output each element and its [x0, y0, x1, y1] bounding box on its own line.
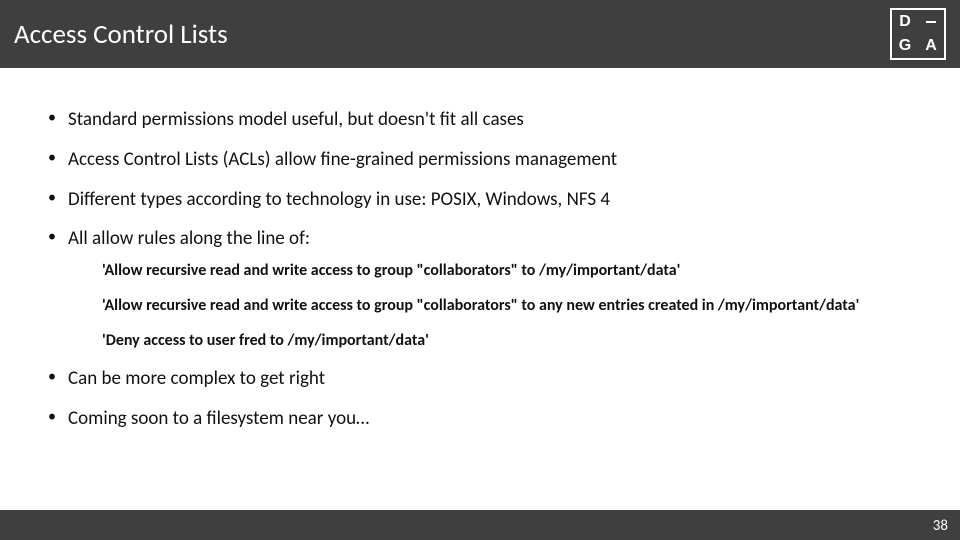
- content-area: Standard permissions model useful, but d…: [40, 108, 920, 447]
- sub-list-item: 'Allow recursive read and write access t…: [68, 261, 920, 282]
- bullet-list: Standard permissions model useful, but d…: [40, 108, 920, 431]
- list-item: Standard permissions model useful, but d…: [40, 108, 920, 132]
- title-bar: Access Control Lists D G A: [0, 0, 960, 68]
- bullet-text: Coming soon to a filesystem near you…: [68, 407, 369, 430]
- sub-list-item: 'Deny access to user fred to /my/importa…: [68, 331, 920, 352]
- bottom-bar: 38: [0, 510, 960, 540]
- list-item: Different types according to technology …: [40, 188, 920, 212]
- logo-dash-icon: [918, 10, 944, 34]
- logo: D G A: [890, 8, 946, 60]
- sub-list-item: 'Allow recursive read and write access t…: [68, 296, 920, 317]
- list-item: All allow rules along the line of: 'Allo…: [40, 227, 920, 351]
- bullet-text: Can be more complex to get right: [68, 367, 325, 390]
- bullet-text: Standard permissions model useful, but d…: [68, 108, 524, 131]
- list-item: Coming soon to a filesystem near you…: [40, 407, 920, 431]
- sub-list: 'Allow recursive read and write access t…: [68, 261, 920, 351]
- list-item: Access Control Lists (ACLs) allow fine-g…: [40, 148, 920, 172]
- bullet-text: Different types according to technology …: [68, 188, 610, 211]
- logo-letter-a: A: [918, 34, 944, 58]
- page-number: 38: [933, 517, 948, 535]
- logo-letter-g: G: [892, 34, 918, 58]
- list-item: Can be more complex to get right: [40, 367, 920, 391]
- slide-title: Access Control Lists: [0, 18, 228, 51]
- logo-letter-d: D: [892, 10, 918, 34]
- bullet-text: Access Control Lists (ACLs) allow fine-g…: [68, 148, 617, 171]
- slide: Access Control Lists D G A Standard perm…: [0, 0, 960, 540]
- bullet-text: All allow rules along the line of:: [68, 227, 310, 250]
